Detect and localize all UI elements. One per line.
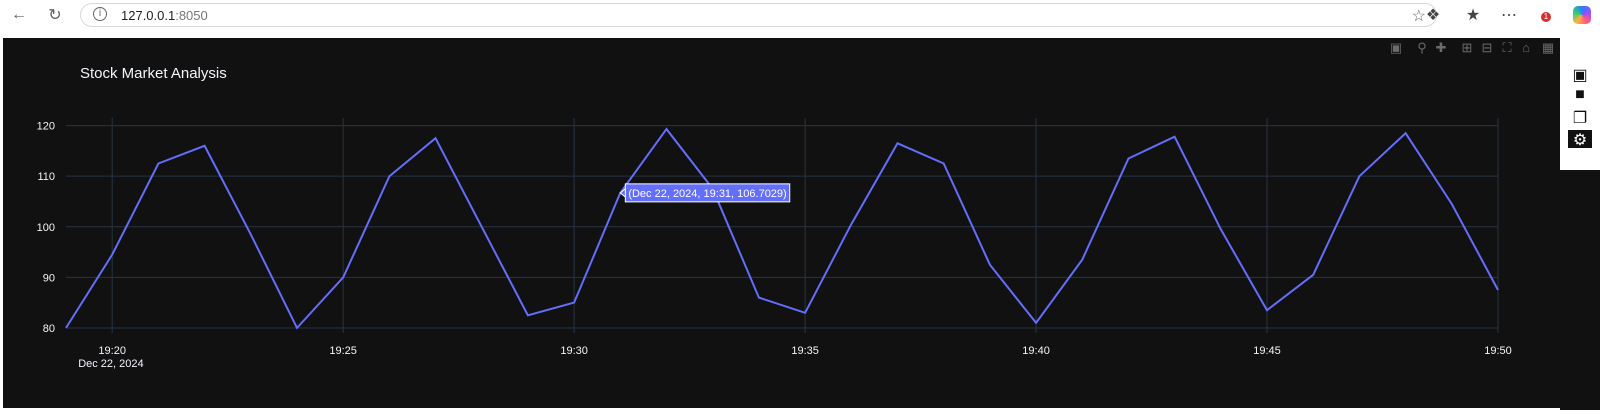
url-text: 127.0.0.1:8050 — [121, 8, 208, 23]
x-tick-date-label: Dec 22, 2024 — [78, 358, 143, 370]
favorites-icon[interactable]: ★ — [1461, 4, 1485, 26]
plot-container[interactable]: 80 90 100 110 120 19:20 Dec 22, 2024 19:25 19:30… — [3, 38, 1560, 408]
chart-title: Stock Market Analysis — [80, 65, 227, 82]
autoscale-icon[interactable]: ⛶ — [1499, 40, 1515, 56]
address-bar[interactable]: i 127.0.0.1:8050 ☆ — [80, 3, 1437, 27]
gear-icon[interactable]: ⚙ — [1568, 130, 1592, 149]
side-panel-dark — [1560, 170, 1600, 410]
copilot-icon[interactable] — [1573, 6, 1591, 24]
camera-icon[interactable]: ▣ — [1388, 40, 1404, 56]
extensions-icon[interactable]: ❖ — [1421, 4, 1445, 26]
x-tick-label: 19:20 — [98, 345, 126, 357]
y-tick-label: 120 — [37, 121, 55, 133]
notification-badge: 1 — [1541, 12, 1551, 22]
layers-icon[interactable]: ❐ — [1568, 108, 1592, 127]
info-icon[interactable]: i — [93, 7, 107, 21]
url-port: :8050 — [175, 8, 208, 23]
video-icon[interactable]: ■ — [1568, 86, 1592, 104]
pan-icon[interactable]: ✚ — [1433, 40, 1449, 56]
more-icon[interactable]: ⋯ — [1497, 4, 1521, 26]
plotly-logo-icon[interactable]: ▦ — [1540, 40, 1556, 56]
x-tick-label: 19:25 — [329, 345, 357, 357]
x-tick-label: 19:45 — [1253, 345, 1281, 357]
y-tick-label: 90 — [43, 272, 55, 284]
back-icon[interactable]: ← — [7, 4, 31, 26]
y-tick-label: 100 — [37, 222, 55, 234]
camera-icon[interactable]: ▣ — [1568, 65, 1592, 84]
y-tick-label: 110 — [37, 171, 55, 183]
zoom-icon[interactable]: ⚲ — [1414, 40, 1430, 56]
x-tick-label: 19:50 — [1484, 345, 1512, 357]
series-line — [65, 127, 1499, 330]
hover-text: (Dec 22, 2024, 19:31, 106.7029) — [628, 188, 786, 200]
y-tick-label: 80 — [43, 323, 55, 335]
zoom-out-icon[interactable]: ⊟ — [1479, 40, 1495, 56]
x-tick-label: 19:30 — [560, 345, 588, 357]
hover-label: (Dec 22, 2024, 19:31, 106.7029) — [619, 183, 791, 203]
line-chart[interactable]: 80 90 100 110 120 19:20Dec 22, 2024 19:25 19:30… — [3, 38, 1560, 408]
browser-toolbar: ← ↻ i 127.0.0.1:8050 ☆ ❖ ★ ⋯ 1 — [0, 0, 1600, 30]
x-tick-label: 19:35 — [791, 345, 819, 357]
zoom-in-icon[interactable]: ⊞ — [1459, 40, 1475, 56]
url-host: 127.0.0.1 — [121, 8, 176, 23]
x-tick-label: 19:40 — [1022, 345, 1050, 357]
reset-axes-icon[interactable]: ⌂ — [1518, 40, 1534, 56]
reload-icon[interactable]: ↻ — [43, 4, 67, 26]
